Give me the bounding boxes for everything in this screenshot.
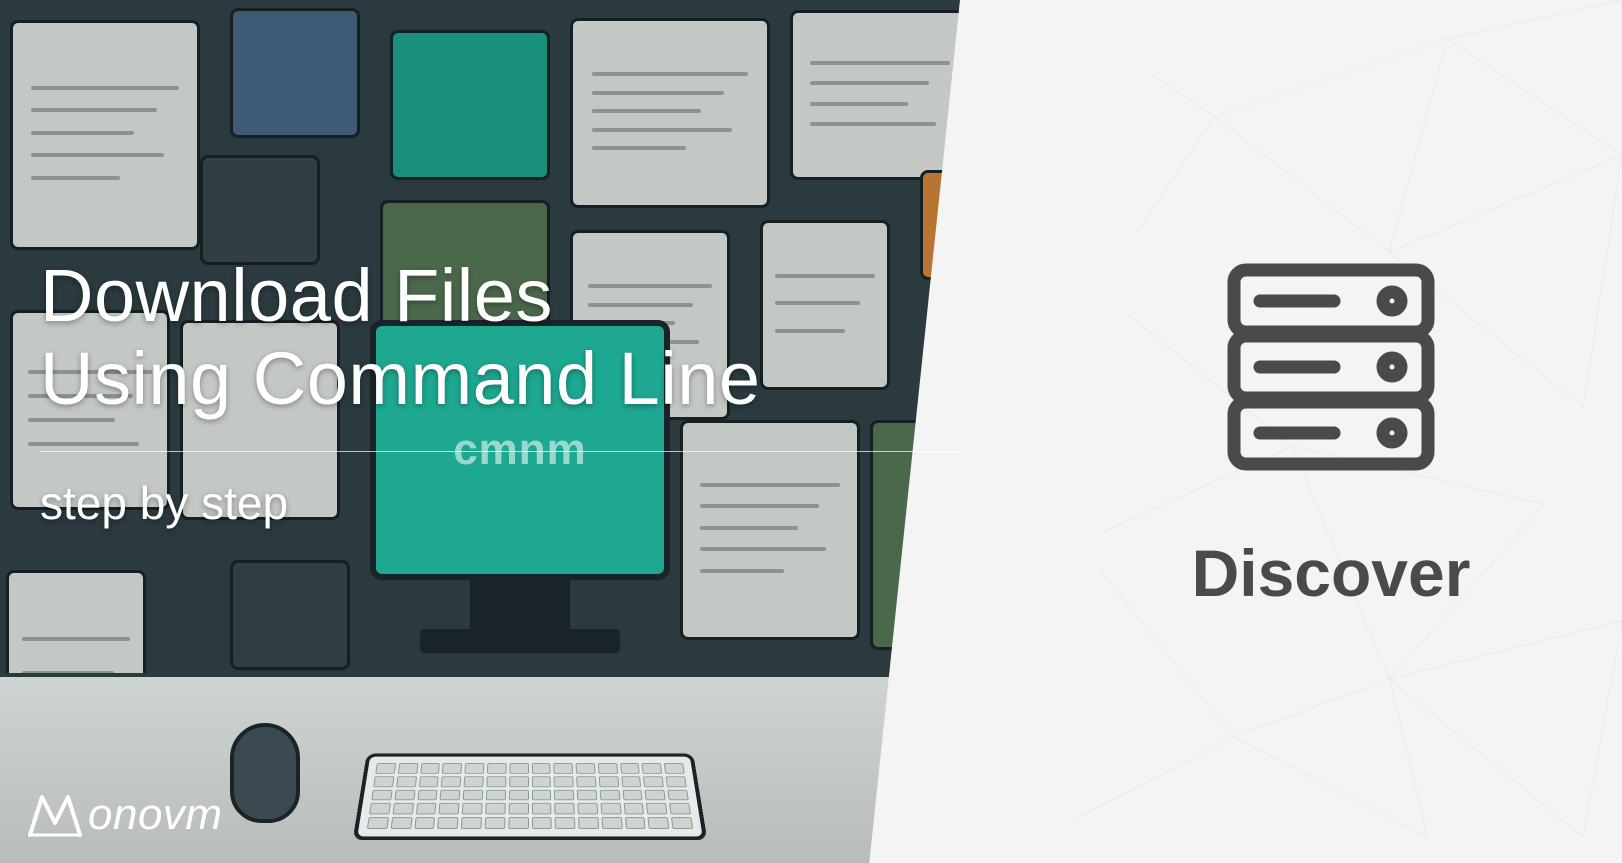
banner-title: Download Files Using Command Line: [40, 255, 960, 421]
keyboard-illustration: [353, 753, 708, 840]
brand-logo: onovm: [26, 789, 223, 841]
headline-block: Download Files Using Command Line step b…: [40, 255, 960, 530]
title-divider: [40, 451, 960, 452]
banner-subtitle: step by step: [40, 476, 960, 530]
server-rack-icon: [1216, 252, 1446, 487]
mouse-illustration: [230, 723, 300, 823]
title-line-2: Using Command Line: [40, 337, 761, 420]
monitor-stand: [470, 575, 570, 635]
title-line-1: Download Files: [40, 254, 553, 337]
promo-banner: cmnm Download Files Using Command Line s…: [0, 0, 1622, 863]
discover-label: Discover: [1192, 535, 1471, 611]
brand-logo-icon: [26, 789, 84, 841]
brand-logo-text: onovm: [88, 790, 223, 840]
